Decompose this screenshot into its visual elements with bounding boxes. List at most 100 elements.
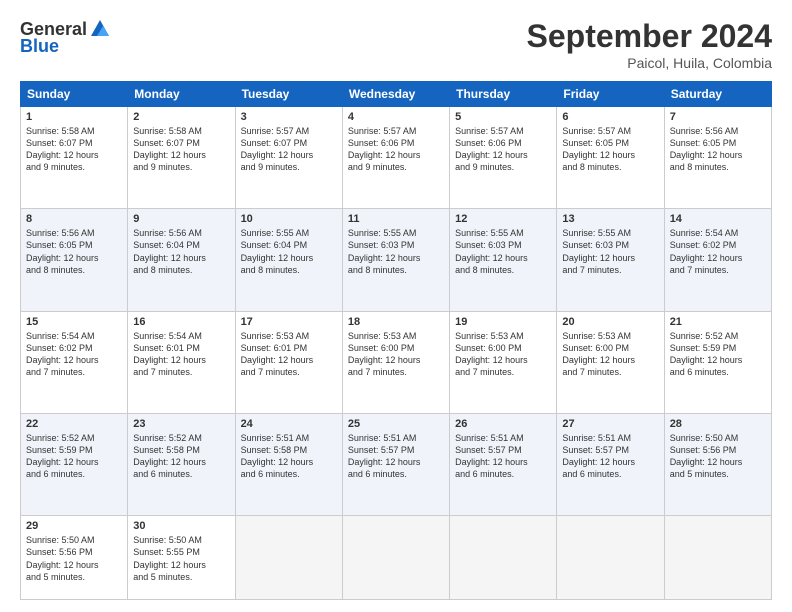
day-detail: Sunrise: 5:51 AM Sunset: 5:57 PM Dayligh… bbox=[348, 432, 444, 481]
calendar-cell: 18 Sunrise: 5:53 AM Sunset: 6:00 PM Dayli… bbox=[342, 311, 449, 413]
day-detail: Sunrise: 5:52 AM Sunset: 5:59 PM Dayligh… bbox=[670, 330, 766, 379]
day-number: 29 bbox=[26, 520, 122, 532]
calendar-cell bbox=[664, 516, 771, 600]
calendar-cell: 5Sunrise: 5:57 AM Sunset: 6:06 PM Daylig… bbox=[450, 107, 557, 209]
calendar-cell bbox=[342, 516, 449, 600]
calendar-title: September 2024 bbox=[527, 18, 772, 55]
day-detail: Sunrise: 5:51 AM Sunset: 5:58 PM Dayligh… bbox=[241, 432, 337, 481]
day-number: 14 bbox=[670, 213, 766, 225]
col-header-monday: Monday bbox=[128, 82, 235, 107]
calendar-cell: 17Sunrise: 5:53 AM Sunset: 6:01 PM Dayli… bbox=[235, 311, 342, 413]
day-detail: Sunrise: 5:58 AM Sunset: 6:07 PM Dayligh… bbox=[26, 125, 122, 174]
calendar-cell: 15Sunrise: 5:54 AM Sunset: 6:02 PM Dayli… bbox=[21, 311, 128, 413]
day-number: 17 bbox=[241, 316, 337, 328]
calendar-cell bbox=[557, 516, 664, 600]
day-number: 15 bbox=[26, 316, 122, 328]
day-detail: Sunrise: 5:57 AM Sunset: 6:06 PM Dayligh… bbox=[348, 125, 444, 174]
week-row-3: 15Sunrise: 5:54 AM Sunset: 6:02 PM Dayli… bbox=[21, 311, 772, 413]
day-number: 2 bbox=[133, 111, 229, 123]
day-number: 9 bbox=[133, 213, 229, 225]
calendar-cell: 22Sunrise: 5:52 AM Sunset: 5:59 PM Dayli… bbox=[21, 413, 128, 515]
day-number: 30 bbox=[133, 520, 229, 532]
calendar-cell bbox=[450, 516, 557, 600]
calendar-table: SundayMondayTuesdayWednesdayThursdayFrid… bbox=[20, 81, 772, 600]
calendar-cell: 30 Sunrise: 5:50 AM Sunset: 5:55 PM Dayli… bbox=[128, 516, 235, 600]
day-number: 13 bbox=[562, 213, 658, 225]
week-row-1: 1 Sunrise: 5:58 AM Sunset: 6:07 PM Daylig… bbox=[21, 107, 772, 209]
calendar-cell: 23 Sunrise: 5:52 AM Sunset: 5:58 PM Dayli… bbox=[128, 413, 235, 515]
calendar-cell: 16 Sunrise: 5:54 AM Sunset: 6:01 PM Dayli… bbox=[128, 311, 235, 413]
day-detail: Sunrise: 5:57 AM Sunset: 6:06 PM Dayligh… bbox=[455, 125, 551, 174]
day-number: 3 bbox=[241, 111, 337, 123]
calendar-cell: 29Sunrise: 5:50 AM Sunset: 5:56 PM Dayli… bbox=[21, 516, 128, 600]
col-header-sunday: Sunday bbox=[21, 82, 128, 107]
calendar-cell: 13 Sunrise: 5:55 AM Sunset: 6:03 PM Dayli… bbox=[557, 209, 664, 311]
day-detail: Sunrise: 5:50 AM Sunset: 5:55 PM Dayligh… bbox=[133, 534, 229, 583]
title-block: September 2024 Paicol, Huila, Colombia bbox=[527, 18, 772, 71]
calendar-cell: 20 Sunrise: 5:53 AM Sunset: 6:00 PM Dayli… bbox=[557, 311, 664, 413]
day-detail: Sunrise: 5:55 AM Sunset: 6:04 PM Dayligh… bbox=[241, 227, 337, 276]
day-number: 26 bbox=[455, 418, 551, 430]
day-detail: Sunrise: 5:56 AM Sunset: 6:05 PM Dayligh… bbox=[670, 125, 766, 174]
calendar-cell: 3 Sunrise: 5:57 AM Sunset: 6:07 PM Daylig… bbox=[235, 107, 342, 209]
day-detail: Sunrise: 5:52 AM Sunset: 5:58 PM Dayligh… bbox=[133, 432, 229, 481]
day-detail: Sunrise: 5:51 AM Sunset: 5:57 PM Dayligh… bbox=[455, 432, 551, 481]
day-number: 18 bbox=[348, 316, 444, 328]
calendar-cell: 7Sunrise: 5:56 AM Sunset: 6:05 PM Daylig… bbox=[664, 107, 771, 209]
calendar-cell: 26 Sunrise: 5:51 AM Sunset: 5:57 PM Dayli… bbox=[450, 413, 557, 515]
week-row-2: 8 Sunrise: 5:56 AM Sunset: 6:05 PM Daylig… bbox=[21, 209, 772, 311]
day-number: 20 bbox=[562, 316, 658, 328]
day-detail: Sunrise: 5:58 AM Sunset: 6:07 PM Dayligh… bbox=[133, 125, 229, 174]
calendar-cell bbox=[235, 516, 342, 600]
day-number: 23 bbox=[133, 418, 229, 430]
week-row-4: 22Sunrise: 5:52 AM Sunset: 5:59 PM Dayli… bbox=[21, 413, 772, 515]
day-number: 12 bbox=[455, 213, 551, 225]
calendar-cell: 27Sunrise: 5:51 AM Sunset: 5:57 PM Dayli… bbox=[557, 413, 664, 515]
day-detail: Sunrise: 5:53 AM Sunset: 6:00 PM Dayligh… bbox=[455, 330, 551, 379]
header-row: SundayMondayTuesdayWednesdayThursdayFrid… bbox=[21, 82, 772, 107]
calendar-cell: 11 Sunrise: 5:55 AM Sunset: 6:03 PM Dayli… bbox=[342, 209, 449, 311]
calendar-subtitle: Paicol, Huila, Colombia bbox=[527, 55, 772, 71]
col-header-wednesday: Wednesday bbox=[342, 82, 449, 107]
logo: General Blue bbox=[20, 18, 111, 57]
day-number: 21 bbox=[670, 316, 766, 328]
calendar-cell: 6 Sunrise: 5:57 AM Sunset: 6:05 PM Daylig… bbox=[557, 107, 664, 209]
day-number: 28 bbox=[670, 418, 766, 430]
day-detail: Sunrise: 5:54 AM Sunset: 6:01 PM Dayligh… bbox=[133, 330, 229, 379]
day-detail: Sunrise: 5:56 AM Sunset: 6:05 PM Dayligh… bbox=[26, 227, 122, 276]
calendar-cell: 19 Sunrise: 5:53 AM Sunset: 6:00 PM Dayli… bbox=[450, 311, 557, 413]
day-number: 11 bbox=[348, 213, 444, 225]
logo-blue-text: Blue bbox=[20, 36, 59, 57]
week-row-5: 29Sunrise: 5:50 AM Sunset: 5:56 PM Dayli… bbox=[21, 516, 772, 600]
calendar-cell: 12 Sunrise: 5:55 AM Sunset: 6:03 PM Dayli… bbox=[450, 209, 557, 311]
calendar-cell: 2 Sunrise: 5:58 AM Sunset: 6:07 PM Daylig… bbox=[128, 107, 235, 209]
day-number: 16 bbox=[133, 316, 229, 328]
day-detail: Sunrise: 5:55 AM Sunset: 6:03 PM Dayligh… bbox=[348, 227, 444, 276]
day-number: 4 bbox=[348, 111, 444, 123]
day-number: 8 bbox=[26, 213, 122, 225]
calendar-cell: 1 Sunrise: 5:58 AM Sunset: 6:07 PM Daylig… bbox=[21, 107, 128, 209]
header: General Blue September 2024 Paicol, Huil… bbox=[20, 18, 772, 71]
day-detail: Sunrise: 5:56 AM Sunset: 6:04 PM Dayligh… bbox=[133, 227, 229, 276]
col-header-friday: Friday bbox=[557, 82, 664, 107]
calendar-cell: 25Sunrise: 5:51 AM Sunset: 5:57 PM Dayli… bbox=[342, 413, 449, 515]
day-detail: Sunrise: 5:50 AM Sunset: 5:56 PM Dayligh… bbox=[670, 432, 766, 481]
calendar-cell: 21 Sunrise: 5:52 AM Sunset: 5:59 PM Dayli… bbox=[664, 311, 771, 413]
day-number: 6 bbox=[562, 111, 658, 123]
day-number: 1 bbox=[26, 111, 122, 123]
col-header-saturday: Saturday bbox=[664, 82, 771, 107]
logo-icon bbox=[89, 18, 111, 40]
day-detail: Sunrise: 5:53 AM Sunset: 6:00 PM Dayligh… bbox=[562, 330, 658, 379]
page: General Blue September 2024 Paicol, Huil… bbox=[0, 0, 792, 612]
day-detail: Sunrise: 5:57 AM Sunset: 6:05 PM Dayligh… bbox=[562, 125, 658, 174]
col-header-tuesday: Tuesday bbox=[235, 82, 342, 107]
day-detail: Sunrise: 5:55 AM Sunset: 6:03 PM Dayligh… bbox=[455, 227, 551, 276]
day-detail: Sunrise: 5:57 AM Sunset: 6:07 PM Dayligh… bbox=[241, 125, 337, 174]
day-detail: Sunrise: 5:53 AM Sunset: 6:00 PM Dayligh… bbox=[348, 330, 444, 379]
day-number: 24 bbox=[241, 418, 337, 430]
day-number: 19 bbox=[455, 316, 551, 328]
calendar-cell: 28 Sunrise: 5:50 AM Sunset: 5:56 PM Dayli… bbox=[664, 413, 771, 515]
day-detail: Sunrise: 5:55 AM Sunset: 6:03 PM Dayligh… bbox=[562, 227, 658, 276]
calendar-cell: 4 Sunrise: 5:57 AM Sunset: 6:06 PM Daylig… bbox=[342, 107, 449, 209]
col-header-thursday: Thursday bbox=[450, 82, 557, 107]
